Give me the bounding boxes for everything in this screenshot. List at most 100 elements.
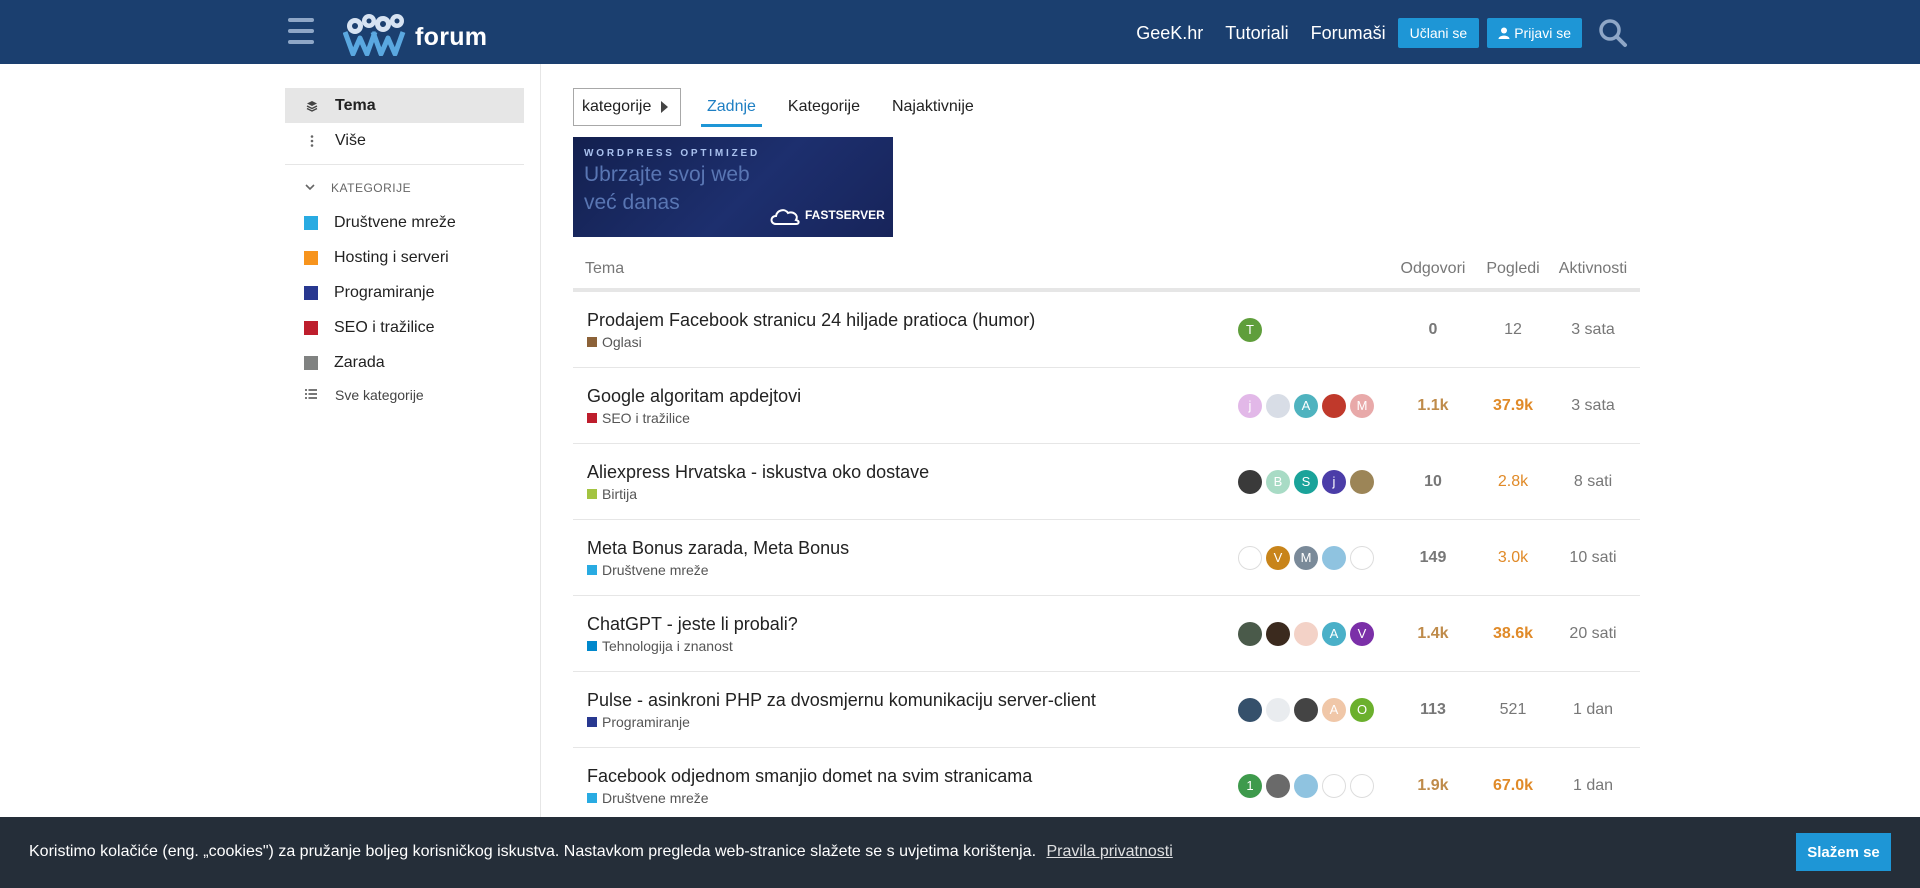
avatar[interactable] (1266, 697, 1290, 722)
topic-main-cell: ChatGPT - jeste li probali? Tehnologija i… (573, 614, 1238, 654)
tab-najaktivnije[interactable]: Najaktivnije (886, 88, 980, 126)
topic-category-badge[interactable]: SEO i tražilice (587, 410, 1238, 426)
column-header-topic[interactable]: Tema (573, 260, 1393, 278)
avatar[interactable] (1238, 469, 1262, 494)
topic-posters: AO (1238, 697, 1393, 722)
avatar[interactable] (1294, 773, 1318, 798)
topic-posters: jAM (1238, 393, 1393, 418)
avatar[interactable]: S (1294, 469, 1318, 494)
nav-link-forumasi[interactable]: Forumaši (1311, 23, 1386, 44)
sidebar-category-drustvene-mreze[interactable]: Društvene mreže (285, 205, 524, 240)
avatar[interactable]: V (1350, 621, 1374, 646)
avatar[interactable]: j (1238, 393, 1262, 418)
avatar[interactable]: 1 (1238, 773, 1262, 798)
table-row[interactable]: Facebook odjednom smanjio domet na svim … (573, 748, 1640, 824)
tab-kategorije[interactable]: Kategorije (782, 88, 866, 126)
table-row[interactable]: Pulse - asinkroni PHP za dvosmjernu komu… (573, 672, 1640, 748)
nav-link-tutoriali[interactable]: Tutoriali (1225, 23, 1288, 44)
avatar[interactable] (1350, 773, 1374, 798)
avatar[interactable] (1266, 621, 1290, 646)
topic-category-label: Birtija (602, 485, 638, 502)
sidebar-category-seo[interactable]: SEO i tražilice (285, 310, 524, 345)
avatar[interactable] (1266, 773, 1290, 798)
sidebar-item-tema[interactable]: Tema (285, 88, 524, 123)
topic-category-badge[interactable]: Oglasi (587, 334, 1238, 350)
topic-category-badge[interactable]: Birtija (587, 486, 1238, 502)
topic-category-label: Programiranje (602, 713, 690, 730)
column-header-activity[interactable]: Aktivnosti (1553, 260, 1633, 278)
sidebar-item-label: Tema (335, 96, 376, 114)
avatar[interactable] (1294, 697, 1318, 722)
fastserver-banner-ad[interactable]: WORDPRESS OPTIMIZED Ubrzajte svoj web ve… (573, 137, 893, 237)
topic-category-badge[interactable]: Tehnologija i znanost (587, 638, 1238, 654)
table-row[interactable]: Aliexpress Hrvatska - iskustva oko dosta… (573, 444, 1640, 520)
avatar[interactable]: O (1350, 697, 1374, 722)
topic-activity-time[interactable]: 3 sata (1553, 321, 1633, 339)
avatar[interactable]: M (1350, 393, 1374, 418)
tab-zadnje[interactable]: Zadnje (701, 88, 762, 127)
topic-posters: 1 (1238, 773, 1393, 798)
column-header-replies[interactable]: Odgovori (1393, 260, 1473, 278)
avatar[interactable]: A (1322, 621, 1346, 646)
topic-activity-time[interactable]: 20 sati (1553, 625, 1633, 643)
avatar[interactable] (1238, 621, 1262, 646)
topic-title-link[interactable]: Pulse - asinkroni PHP za dvosmjernu komu… (587, 690, 1238, 711)
avatar[interactable] (1238, 545, 1262, 570)
sidebar-category-programiranje[interactable]: Programiranje (285, 275, 524, 310)
topic-replies-count: 149 (1419, 548, 1447, 566)
topic-title-link[interactable]: Google algoritam apdejtovi (587, 386, 1238, 407)
nav-link-geek[interactable]: GeeK.hr (1136, 23, 1203, 44)
avatar[interactable]: M (1294, 545, 1318, 570)
avatar[interactable]: T (1238, 317, 1262, 342)
topic-activity-time[interactable]: 10 sati (1553, 549, 1633, 567)
avatar[interactable] (1322, 773, 1346, 798)
more-vertical-icon (305, 134, 319, 148)
category-dropdown[interactable]: kategorije (573, 88, 681, 126)
topic-activity-time[interactable]: 1 dan (1553, 777, 1633, 795)
sidebar-category-hosting[interactable]: Hosting i serveri (285, 240, 524, 275)
table-row[interactable]: Google algoritam apdejtovi SEO i tražilic… (573, 368, 1640, 444)
topic-activity-time[interactable]: 3 sata (1553, 397, 1633, 415)
hamburger-menu-icon[interactable] (288, 18, 314, 44)
avatar[interactable]: A (1294, 393, 1318, 418)
topic-category-badge[interactable]: Programiranje (587, 714, 1238, 730)
banner-headline-line2: već danas (584, 191, 680, 214)
avatar[interactable]: j (1322, 469, 1346, 494)
sidebar-all-categories[interactable]: Sve kategorije (285, 380, 524, 410)
topic-title-link[interactable]: Meta Bonus zarada, Meta Bonus (587, 538, 1238, 559)
column-header-views[interactable]: Pogledi (1473, 260, 1553, 278)
categories-section-toggle[interactable]: KATEGORIJE (285, 171, 524, 205)
login-button[interactable]: Prijavi se (1487, 18, 1582, 48)
topic-title-link[interactable]: ChatGPT - jeste li probali? (587, 614, 1238, 635)
topic-views-count: 2.8k (1497, 472, 1529, 490)
signup-button[interactable]: Učlani se (1397, 18, 1480, 48)
avatar[interactable] (1266, 393, 1290, 418)
avatar[interactable] (1294, 621, 1318, 646)
avatar[interactable]: B (1266, 469, 1290, 494)
topic-replies-count: 10 (1424, 472, 1442, 490)
avatar[interactable] (1350, 469, 1374, 494)
topic-category-label: Društvene mreže (602, 561, 709, 578)
avatar[interactable]: A (1322, 697, 1346, 722)
search-icon[interactable] (1598, 18, 1628, 48)
topic-category-badge[interactable]: Društvene mreže (587, 562, 1238, 578)
table-row[interactable]: Prodajem Facebook stranicu 24 hiljade pr… (573, 292, 1640, 368)
topic-title-link[interactable]: Facebook odjednom smanjio domet na svim … (587, 766, 1238, 787)
sidebar-item-vise[interactable]: Više (285, 123, 524, 158)
avatar[interactable] (1322, 545, 1346, 570)
avatar[interactable] (1238, 697, 1262, 722)
avatar[interactable] (1350, 545, 1374, 570)
sidebar-category-zarada[interactable]: Zarada (285, 345, 524, 380)
cookie-accept-button[interactable]: Slažem se (1796, 833, 1891, 871)
avatar[interactable]: V (1266, 545, 1290, 570)
table-row[interactable]: Meta Bonus zarada, Meta Bonus Društvene m… (573, 520, 1640, 596)
topic-activity-time[interactable]: 8 sati (1553, 473, 1633, 491)
topic-activity-time[interactable]: 1 dan (1553, 701, 1633, 719)
table-row[interactable]: ChatGPT - jeste li probali? Tehnologija i… (573, 596, 1640, 672)
avatar[interactable] (1322, 393, 1346, 418)
topic-title-link[interactable]: Prodajem Facebook stranicu 24 hiljade pr… (587, 310, 1238, 331)
topic-title-link[interactable]: Aliexpress Hrvatska - iskustva oko dosta… (587, 462, 1238, 483)
topic-category-badge[interactable]: Društvene mreže (587, 790, 1238, 806)
privacy-policy-link[interactable]: Pravila privatnosti (1046, 843, 1172, 860)
site-logo[interactable]: forum (343, 10, 487, 56)
